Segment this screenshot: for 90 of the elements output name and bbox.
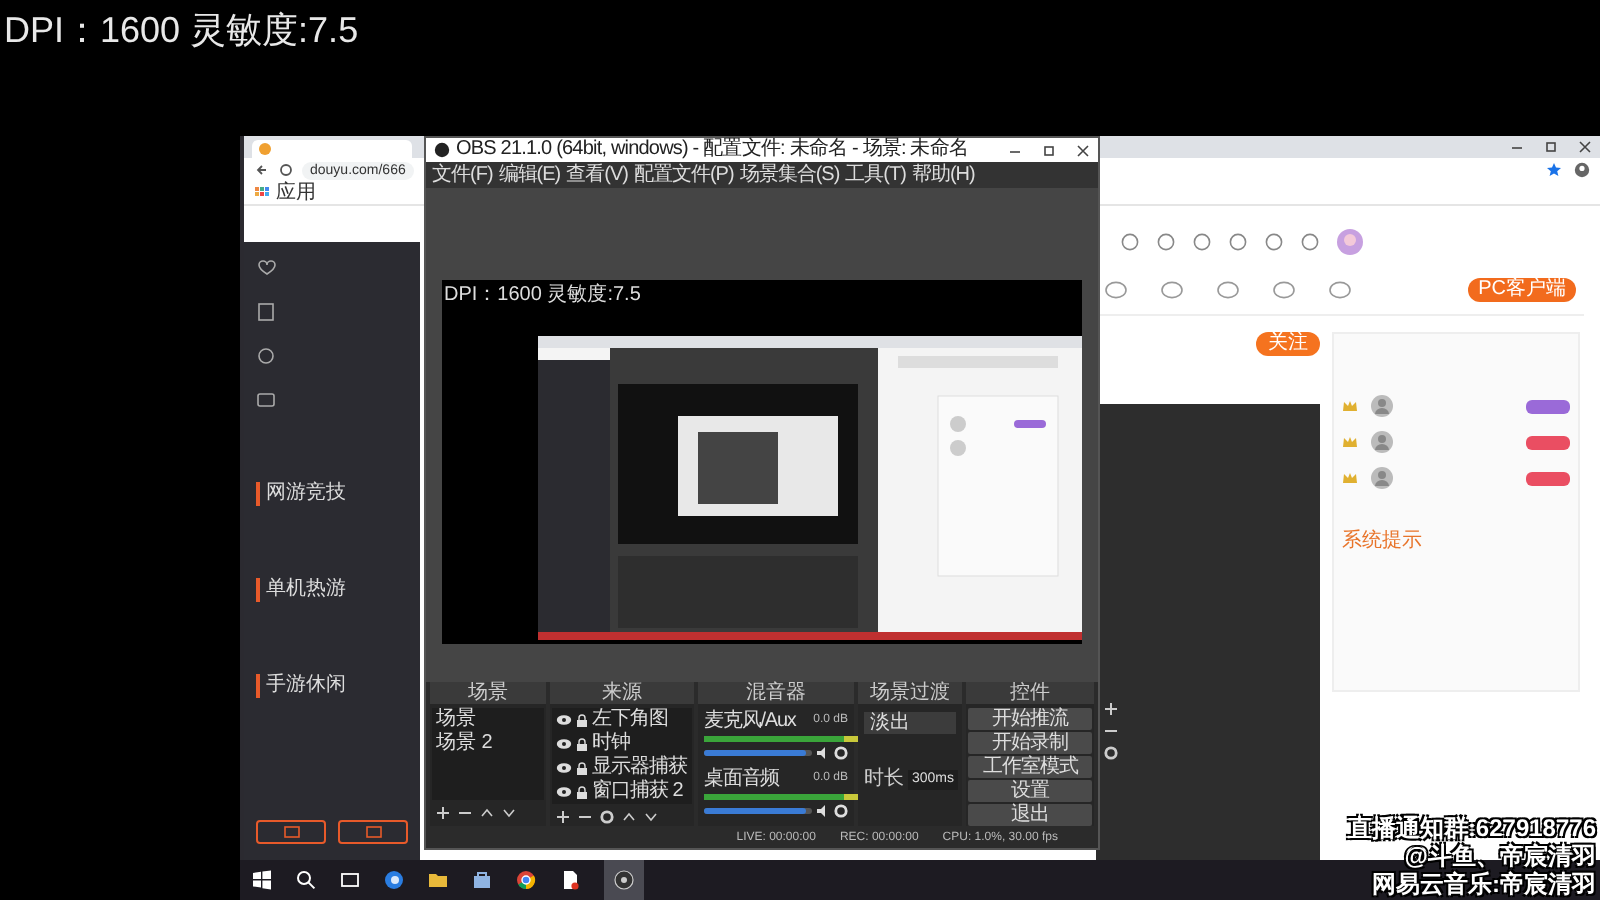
control-button[interactable]: 开始推流 [968,708,1092,730]
dock-title: 混音器 [698,682,854,704]
menu-item[interactable]: 工具(T) [845,163,906,187]
section-heading: 手游休闲 [256,674,408,698]
document-icon[interactable] [560,870,580,890]
avatar-icon [1370,394,1394,418]
client-button[interactable] [256,820,326,844]
monitor-icon [365,825,381,839]
crown-icon [1342,436,1358,448]
speaker-icon[interactable] [816,746,830,760]
channel-name: 桌面音频 [704,768,780,790]
remove-icon[interactable] [458,806,472,820]
speaker-icon[interactable] [816,804,830,818]
add-icon[interactable] [556,810,570,824]
overlay-text: 直播通知群:627918776 [1347,814,1596,842]
duration-label: 时长 [864,768,904,790]
obs-logo-icon[interactable] [614,870,634,890]
store-bag-icon[interactable] [472,870,492,890]
crown-icon [1342,472,1358,484]
chrome-icon[interactable] [516,870,536,890]
window-title: OBS 21.1.0 (64bit, windows) - 配置文件: 未命名 - 场景: 未命名 [456,138,969,162]
back-icon[interactable] [254,162,270,178]
bookmark-link[interactable]: 应用 [276,182,316,204]
lock-icon[interactable] [576,713,588,727]
dpi-text: DPI：1600 灵敏度:7.5 [4,10,359,50]
edge-browser-icon[interactable] [384,870,404,890]
lock-icon[interactable] [576,785,588,799]
menu-item[interactable]: 场景集合(S) [739,163,840,187]
monitor-icon [283,825,299,839]
eye-icon[interactable] [556,762,572,774]
down-icon[interactable] [502,806,516,820]
dock-title: 控件 [966,682,1094,704]
maximize-icon[interactable] [1042,143,1056,157]
remove-icon[interactable] [1104,724,1118,738]
dpi-text: DPI：1600 灵敏度:7.5 [444,284,641,308]
remove-icon[interactable] [578,810,592,824]
star-icon[interactable] [1546,162,1562,178]
rank-badge-icon [1526,471,1570,485]
avatar-icon [1370,466,1394,490]
control-button[interactable]: 工作室模式 [968,756,1092,778]
dock-title: 来源 [550,682,694,704]
taskview-icon[interactable] [340,870,360,890]
source-item[interactable]: 时钟 [592,732,630,756]
menu-item[interactable]: 编辑(E) [498,163,561,187]
rank-badge-icon [1526,435,1570,449]
profile-icon[interactable] [1574,162,1590,178]
lock-icon[interactable] [576,737,588,751]
add-icon[interactable] [1104,702,1118,716]
crown-icon [1342,400,1358,412]
lock-icon[interactable] [576,761,588,775]
circle-icon[interactable] [256,346,276,366]
add-icon[interactable] [436,806,450,820]
scene-item[interactable]: 场景 2 [432,732,544,756]
section-heading: 单机热游 [256,578,408,602]
client-button[interactable] [338,820,408,844]
dock-title: 场景 [430,682,546,704]
up-icon[interactable] [480,806,494,820]
control-button[interactable]: 设置 [968,780,1092,802]
chat-notice: 系统提示 [1342,530,1424,554]
eye-icon[interactable] [556,738,572,750]
control-button[interactable]: 退出 [968,804,1092,826]
control-button[interactable]: 开始录制 [968,732,1092,754]
dock-title: 场景过渡 [858,682,962,704]
close-icon[interactable] [1076,143,1090,157]
channel-name: 麦克风/Aux [704,710,796,732]
avatar-icon [1370,430,1394,454]
close-icon[interactable] [1578,140,1592,154]
source-item[interactable]: 窗口捕获 2 [592,780,683,804]
search-icon[interactable] [296,870,316,890]
overlay-text: 网易云音乐:帝宸清羽 [1372,870,1596,898]
menu-item[interactable]: 帮助(H) [911,163,975,187]
windows-logo-icon[interactable] [252,870,272,890]
menu-item[interactable]: 文件(F) [432,163,493,187]
section-heading: 网游竞技 [256,482,408,506]
apps-grid-icon[interactable] [254,185,270,201]
up-icon[interactable] [622,810,636,824]
menu-item[interactable]: 查看(V) [566,163,628,187]
volume-slider[interactable] [704,750,812,756]
menu-item[interactable]: 配置文件(P) [633,163,734,187]
rank-badge-icon [1526,399,1570,413]
eye-icon[interactable] [556,786,572,798]
transition-dropdown[interactable]: 淡出 [864,712,956,734]
down-icon[interactable] [644,810,658,824]
maximize-icon[interactable] [1544,140,1558,154]
obs-logo-icon [434,142,450,158]
source-item[interactable]: 显示器捕获 [592,756,687,780]
eye-icon[interactable] [556,714,572,726]
source-item[interactable]: 左下角图 [592,708,668,732]
volume-slider[interactable] [704,808,812,814]
scene-item[interactable]: 场景 [432,708,544,732]
